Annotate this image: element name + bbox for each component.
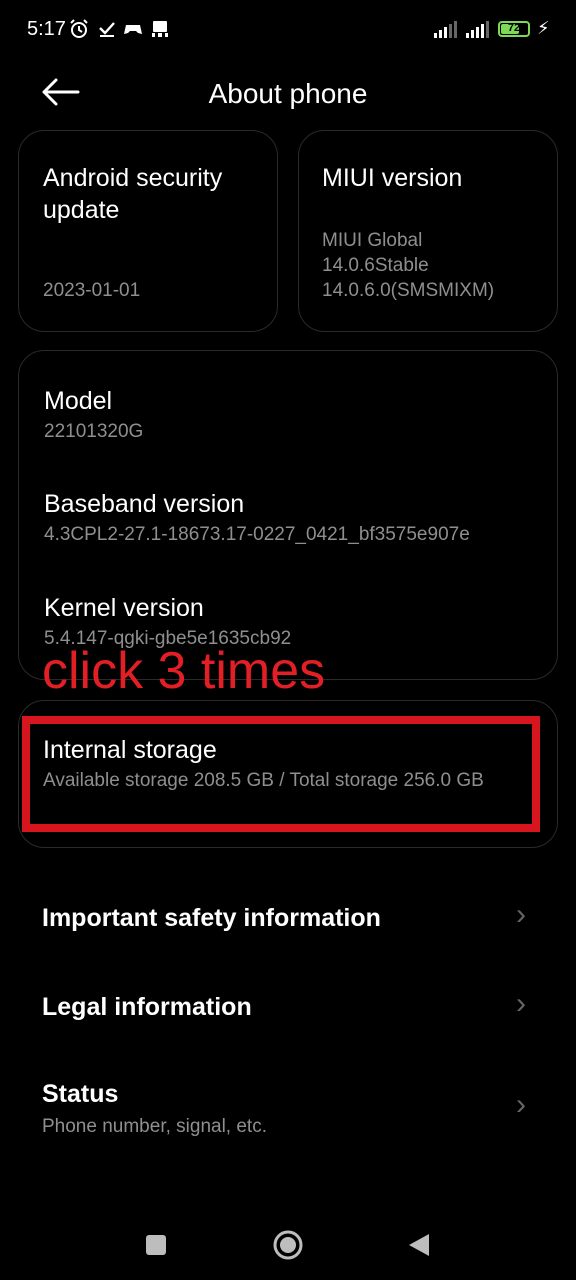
status-row[interactable]: Status Phone number, signal, etc. › [0,1060,576,1152]
spec-title: Baseband version [44,490,245,518]
spec-value: 4.3CPL2-27.1-18673.17-0227_0421_bf3575e9… [44,524,470,545]
notification-icon [152,21,168,37]
miui-version-card[interactable]: MIUI version MIUI Global 14.0.6Stable 14… [298,130,558,332]
android-security-card[interactable]: Android security update 2023-01-01 [18,130,278,332]
back-nav-button[interactable] [407,1233,431,1257]
game-controller-icon [124,25,142,34]
battery-icon: 72 [498,21,530,37]
miui-title: MIUI version [322,164,463,192]
spec-title: Kernel version [44,594,204,622]
spec-item-baseband[interactable]: Baseband version 4.3CPL2-27.1-18673.17-0… [44,488,470,547]
highlight-box [22,716,540,832]
chevron-right-icon: › [516,898,526,931]
row-title: Important safety information [42,904,381,932]
legal-information-row[interactable]: Legal information › [0,970,576,1046]
security-value: 2023-01-01 [43,280,141,301]
spec-title: Model [44,387,113,415]
device-specs-card: Model 22101320G Baseband version 4.3CPL2… [18,350,558,680]
annotation-text: click 3 times [42,642,326,700]
home-button[interactable] [272,1229,304,1261]
security-title: Android security update [43,164,223,224]
chevron-right-icon: › [516,1088,526,1121]
miui-value-line-1: MIUI Global [322,230,423,251]
download-done-icon [99,22,115,37]
row-title: Legal information [42,993,252,1021]
spec-item-model[interactable]: Model 22101320G [44,385,143,444]
signal-2-icon [466,21,489,38]
recents-button[interactable] [145,1234,167,1256]
clock: 5:17 [27,18,66,40]
battery-percent: 72 [507,22,521,34]
row-subtitle: Phone number, signal, etc. [42,1116,267,1137]
spec-value: 22101320G [44,421,144,442]
charging-icon: ⚡ [537,18,550,38]
page-title: About phone [208,78,368,109]
miui-value-line-3: 14.0.6.0(SMSMIXM) [322,280,495,301]
miui-value-line-2: 14.0.6Stable [322,255,429,276]
row-title: Status [42,1080,119,1108]
signal-1-icon [434,21,457,38]
status-bar: 5:17 72 ⚡ [0,0,576,60]
chevron-right-icon: › [516,987,526,1020]
alarm-icon [70,19,88,38]
important-safety-info-row[interactable]: Important safety information › [0,880,576,956]
